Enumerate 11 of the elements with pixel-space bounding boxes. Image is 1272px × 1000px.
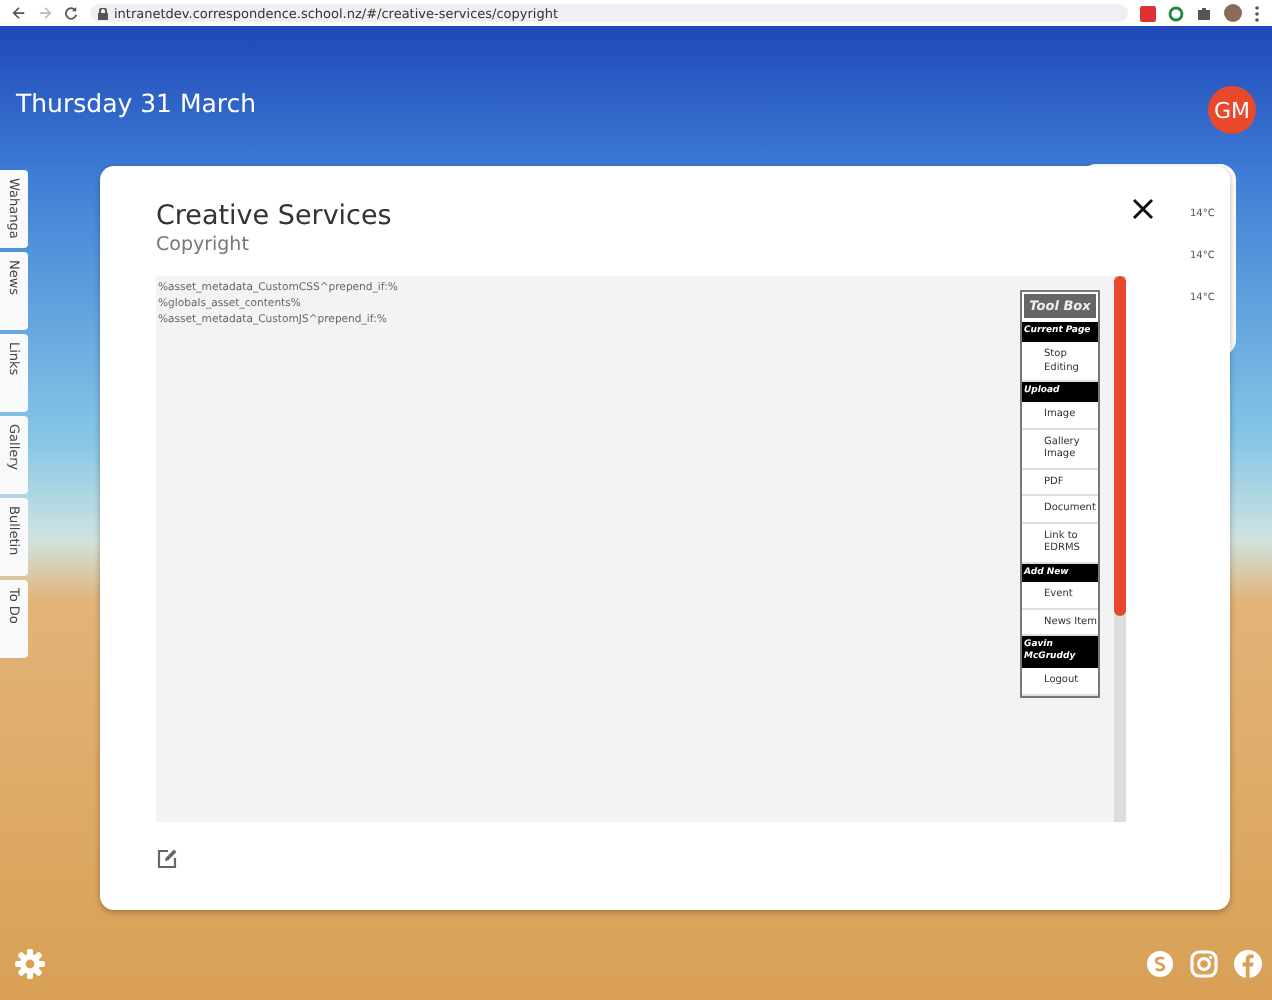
reload-icon[interactable] [64, 6, 78, 20]
menu-icon[interactable] [1254, 5, 1260, 21]
modal-title: Creative Services [156, 200, 392, 232]
lock-icon [98, 7, 108, 19]
date-heading: Thursday 31 March [16, 87, 257, 117]
edit-icon[interactable] [156, 848, 178, 870]
close-icon[interactable] [1132, 198, 1154, 220]
modal-subtitle: Copyright [156, 234, 251, 256]
scrollbar-thumb[interactable] [1114, 276, 1126, 616]
back-icon[interactable] [12, 6, 26, 20]
user-avatar[interactable]: GM [1208, 86, 1256, 134]
